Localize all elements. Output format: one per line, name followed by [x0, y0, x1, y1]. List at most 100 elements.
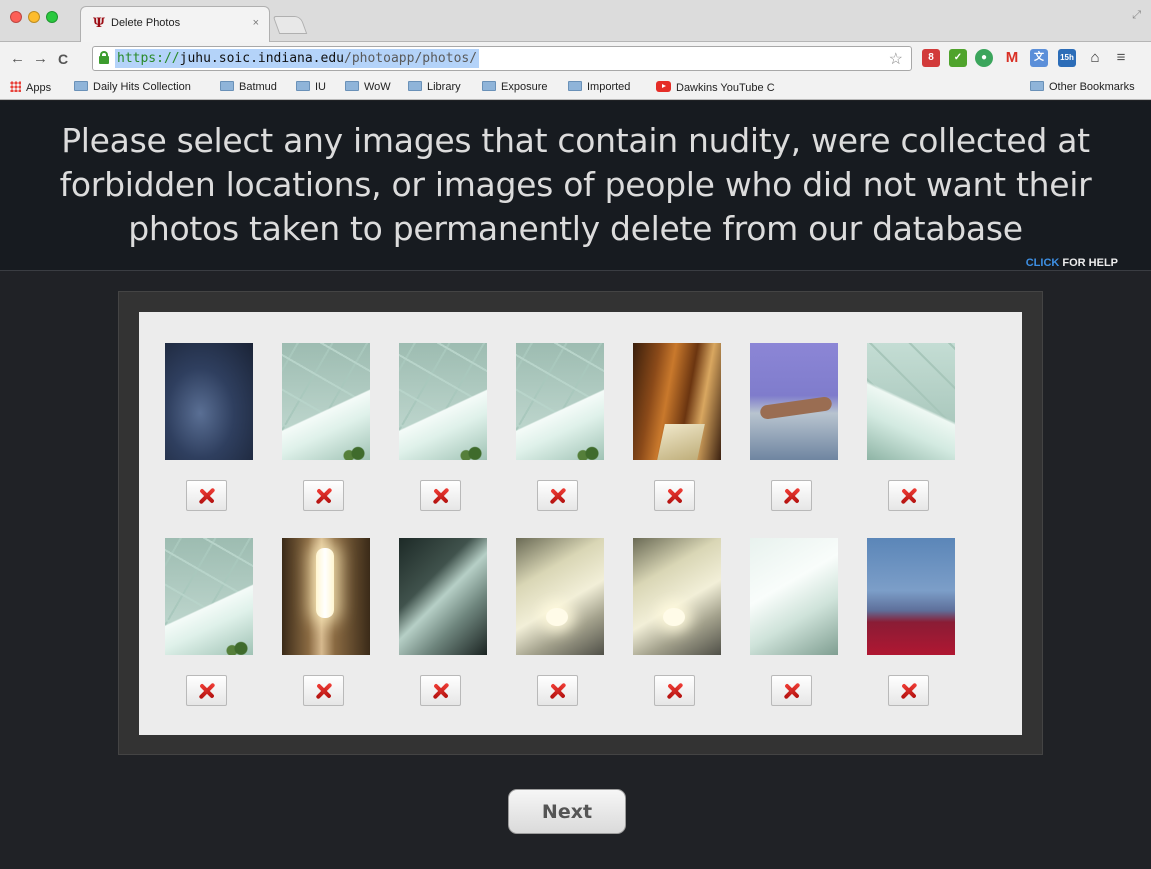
delete-x-icon [899, 681, 919, 701]
photo-thumbnail[interactable] [516, 343, 604, 460]
bookmark-batmud[interactable]: Batmud [220, 81, 277, 93]
iu-favicon-icon: Ψ [93, 16, 105, 31]
evernote-extension-icon[interactable]: ● [975, 49, 993, 67]
menu-icon[interactable]: ≡ [1112, 49, 1130, 67]
back-icon[interactable]: ← [10, 50, 25, 67]
zoom-window-button[interactable] [46, 11, 58, 23]
delete-photo-button[interactable] [186, 675, 227, 706]
delete-x-icon [548, 486, 568, 506]
extension-badge-icon[interactable]: 8 [922, 49, 940, 67]
help-link[interactable]: CLICK FOR HELP [1026, 257, 1118, 269]
delete-x-icon [431, 486, 451, 506]
youtube-icon [656, 81, 671, 92]
photo-gallery [139, 312, 1022, 735]
museum-extension-icon[interactable]: ⌂ [1086, 49, 1104, 67]
photo-item [750, 538, 838, 706]
delete-photo-button[interactable] [420, 480, 461, 511]
delete-photo-button[interactable] [537, 480, 578, 511]
tab-close-icon[interactable]: × [253, 17, 259, 29]
next-button[interactable]: Next [508, 789, 626, 834]
tab-title: Delete Photos [111, 17, 181, 29]
fullscreen-icon[interactable]: ⤢ [1132, 9, 1141, 22]
photo-thumbnail[interactable] [165, 343, 253, 460]
delete-x-icon [899, 486, 919, 506]
photo-thumbnail[interactable] [165, 538, 253, 655]
minimize-window-button[interactable] [28, 11, 40, 23]
photo-thumbnail[interactable] [282, 538, 370, 655]
delete-photo-button[interactable] [654, 675, 695, 706]
apps-grid-icon [10, 81, 21, 92]
photo-thumbnail[interactable] [516, 538, 604, 655]
close-window-button[interactable] [10, 11, 22, 23]
delete-x-icon [665, 486, 685, 506]
folder-icon [220, 81, 234, 91]
delete-photo-button[interactable] [303, 480, 344, 511]
bookmark-apps[interactable]: Apps [10, 81, 51, 94]
bookmark-other-bookmarks[interactable]: Other Bookmarks [1030, 81, 1135, 93]
photo-item [750, 343, 838, 511]
tab-delete-photos[interactable]: Ψ Delete Photos × [80, 6, 270, 42]
bookmark-exposure[interactable]: Exposure [482, 81, 547, 93]
help-click-text[interactable]: CLICK [1026, 257, 1060, 269]
page-heading: Please select any images that contain nu… [59, 121, 1092, 248]
delete-x-icon [197, 681, 217, 701]
calendar-extension-icon[interactable]: 15h [1058, 49, 1076, 67]
bookmark-daily-hits[interactable]: Daily Hits Collection [74, 81, 191, 93]
photo-item [633, 343, 721, 511]
delete-photo-button[interactable] [888, 480, 929, 511]
photo-thumbnail[interactable] [750, 343, 838, 460]
folder-icon [296, 81, 310, 91]
delete-photo-button[interactable] [537, 675, 578, 706]
photo-item [165, 343, 253, 511]
photo-thumbnail[interactable] [399, 538, 487, 655]
photo-item [867, 538, 955, 706]
photo-item [282, 343, 370, 511]
folder-icon [568, 81, 582, 91]
photo-thumbnail[interactable] [867, 343, 955, 460]
bookmark-iu[interactable]: IU [296, 81, 326, 93]
address-bar[interactable]: https://juhu.soic.indiana.edu/photoapp/p… [92, 46, 912, 71]
translate-icon[interactable]: 文 [1030, 49, 1048, 67]
reload-icon[interactable]: C [58, 51, 68, 67]
tab-strip: Ψ Delete Photos × ⤢ [0, 0, 1151, 42]
photo-thumbnail[interactable] [633, 538, 721, 655]
delete-photo-button[interactable] [420, 675, 461, 706]
url-text[interactable]: https://juhu.soic.indiana.edu/photoapp/p… [115, 49, 480, 68]
delete-photo-button[interactable] [771, 675, 812, 706]
help-rest-text: FOR HELP [1059, 257, 1118, 269]
lock-icon [99, 51, 109, 64]
photo-thumbnail[interactable] [867, 538, 955, 655]
delete-photo-button[interactable] [771, 480, 812, 511]
folder-icon [482, 81, 496, 91]
photo-item [867, 343, 955, 511]
next-button-label: Next [541, 800, 593, 823]
delete-photo-button[interactable] [186, 480, 227, 511]
bookmarks-bar: Apps Daily Hits Collection Batmud IU WoW… [0, 76, 1151, 100]
bookmark-library[interactable]: Library [408, 81, 461, 93]
delete-photo-button[interactable] [888, 675, 929, 706]
delete-x-icon [431, 681, 451, 701]
new-tab-button[interactable] [272, 16, 308, 34]
photo-thumbnail[interactable] [633, 343, 721, 460]
checkmark-extension-icon[interactable]: ✓ [949, 49, 967, 67]
photo-item [399, 538, 487, 706]
photo-thumbnail[interactable] [399, 343, 487, 460]
bookmark-dawkins-youtube[interactable]: Dawkins YouTube C [656, 81, 775, 94]
bookmark-wow[interactable]: WoW [345, 81, 391, 93]
bookmark-imported[interactable]: Imported [568, 81, 630, 93]
star-icon[interactable]: ☆ [889, 49, 903, 69]
delete-x-icon [665, 681, 685, 701]
folder-icon [74, 81, 88, 91]
forward-icon[interactable]: → [33, 50, 48, 67]
folder-icon [1030, 81, 1044, 91]
photo-thumbnail[interactable] [282, 343, 370, 460]
delete-photo-button[interactable] [303, 675, 344, 706]
delete-x-icon [782, 486, 802, 506]
photo-item [399, 343, 487, 511]
folder-icon [408, 81, 422, 91]
delete-x-icon [314, 681, 334, 701]
delete-photo-button[interactable] [654, 480, 695, 511]
photo-item [633, 538, 721, 706]
photo-thumbnail[interactable] [750, 538, 838, 655]
gmail-icon[interactable]: M [1003, 49, 1021, 67]
